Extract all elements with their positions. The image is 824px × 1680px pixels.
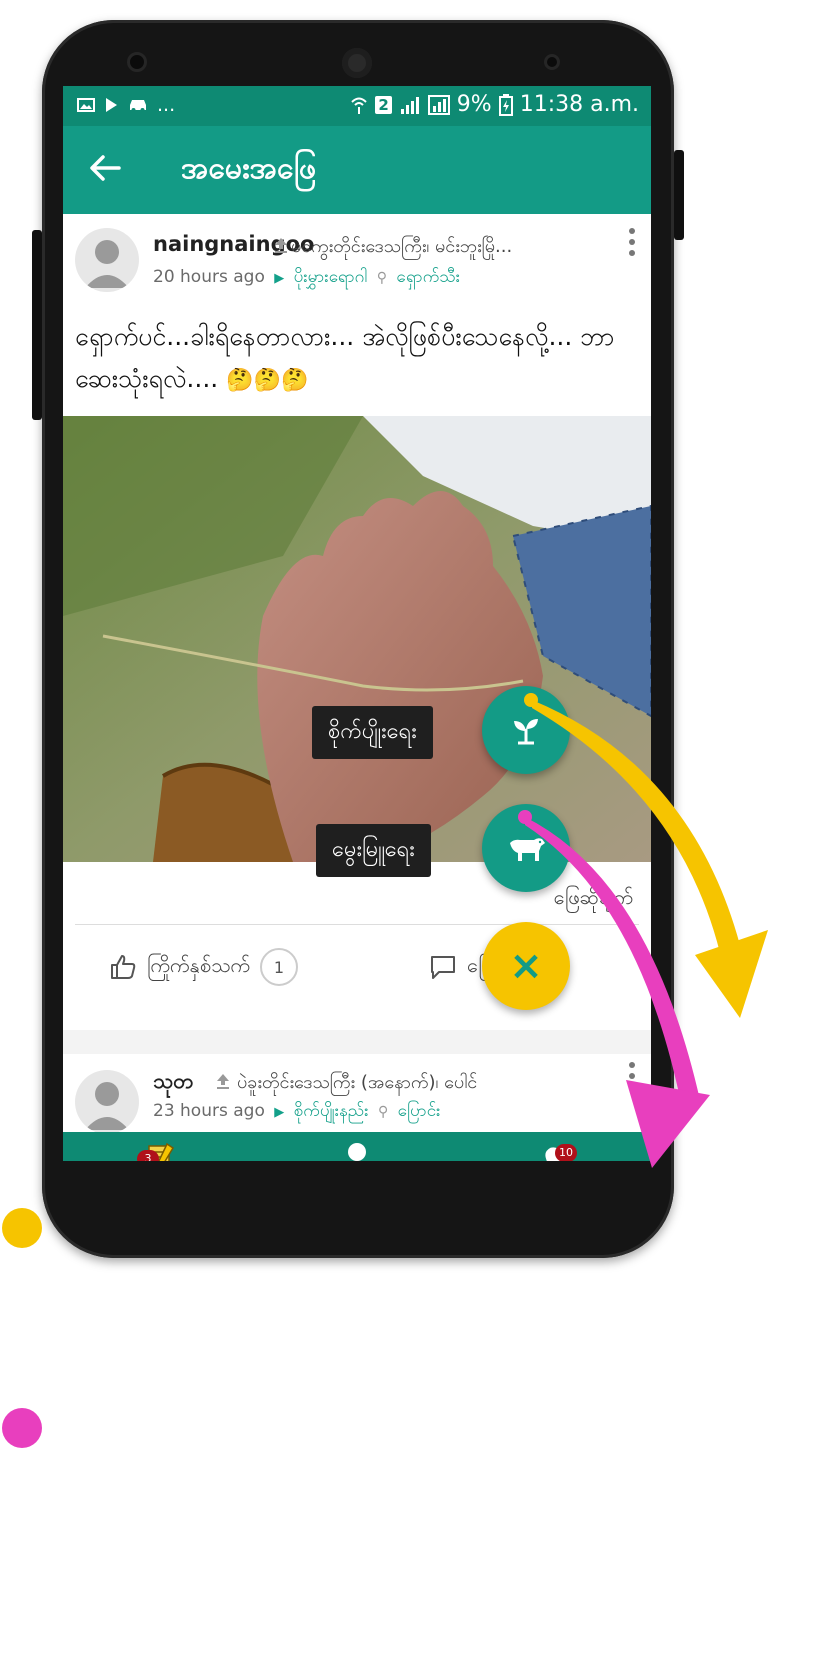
page-title: အမေးအဖြေ (181, 151, 317, 186)
status-more: ... (157, 94, 176, 116)
comment-icon (431, 956, 455, 979)
signal-icon (400, 96, 419, 114)
volume-button (32, 230, 42, 420)
avatar[interactable] (75, 228, 139, 292)
seedling-icon (514, 719, 538, 745)
livestock-fab-label[interactable]: မွေးမြူရေး (316, 824, 431, 877)
post-category[interactable]: ပိုးမွှားရောဂါ (294, 267, 368, 287)
back-arrow-icon[interactable] (85, 148, 125, 188)
post-location: မကွေးတိုင်းဒေသကြီး၊ မင်းဘူးမြို... (291, 236, 513, 257)
like-button[interactable]: ကြိုက်နှစ်သက် 1 (109, 948, 298, 986)
cow-icon (510, 838, 545, 861)
upload-icon (275, 238, 287, 253)
play-arrow-icon: ▶ (274, 1105, 285, 1120)
bottom-nav: 3 10 (63, 1132, 651, 1161)
upload-icon (217, 1074, 229, 1089)
like-label: ကြိုက်နှစ်သက် (147, 953, 250, 977)
post-time: 20 hours ago (153, 267, 265, 287)
answer-preview[interactable]: ဖြေဆိုချက် (554, 884, 633, 914)
screen: ... 2 9% 11:38 a.m. အမေးအဖြေ naingnaingo… (63, 86, 651, 1161)
more-options-icon[interactable] (627, 1060, 637, 1090)
divider (75, 924, 639, 925)
legend-dot-yellow (2, 1208, 42, 1248)
phone-frame: ... 2 9% 11:38 a.m. အမေးအဖြေ naingnaingo… (32, 20, 684, 1258)
wifi-calling-icon (351, 97, 368, 114)
thinking-emoji: 🤔🤔🤔 (226, 368, 309, 393)
post-body: ရှောက်ပင်...ခါးရိနေတာလား... အဲလိုဖြစ်ပီး… (75, 322, 615, 393)
yellow-arrowhead (695, 930, 768, 1018)
legend-dot-magenta (2, 1408, 42, 1448)
post-card[interactable]: naingnaingoo မကွေးတိုင်းဒေသကြီး၊ မင်းဘူး… (63, 214, 651, 1030)
app-bar: အမေးအဖြေ (63, 126, 651, 214)
crop-fab-label[interactable]: စိုက်ပျိုးရေး (312, 706, 433, 759)
power-button (674, 150, 684, 240)
play-arrow-icon: ▶ (274, 271, 285, 286)
post-category[interactable]: စိုက်ပျိုးနည်း (294, 1101, 369, 1121)
yellow-origin-dot (524, 693, 538, 707)
car-icon (130, 100, 146, 112)
play-store-icon (106, 98, 117, 112)
battery-charging-icon (498, 93, 513, 116)
clock: 11:38 a.m. (519, 92, 639, 117)
battery-percent: 9% (456, 92, 492, 117)
more-options-icon[interactable] (627, 226, 637, 256)
image-icon (77, 98, 95, 112)
close-icon: × (509, 943, 543, 989)
like-count: 1 (260, 948, 298, 986)
tasks-badge: 3 (137, 1150, 159, 1161)
status-right: 2 9% 11:38 a.m. (350, 92, 639, 117)
post-card-2[interactable]: သုတ ပဲခူးတိုင်းဒေသကြီး (အနောက်)၊ ပေါင် 2… (63, 1054, 651, 1134)
earpiece (342, 48, 372, 78)
magenta-origin-dot (518, 810, 532, 824)
sensor (544, 54, 560, 70)
post-crop[interactable]: ရှောက်သီး (396, 267, 460, 287)
nav-tasks[interactable]: 3 (137, 1140, 181, 1161)
post-text: ရှောက်ပင်...ခါးရိနေတာလား... အဲလိုဖြစ်ပီး… (75, 316, 635, 402)
sprout-icon: ⚲ (376, 270, 388, 286)
hand-with-leaf-photo (63, 416, 651, 862)
nav-profile[interactable] (335, 1140, 379, 1161)
default-avatar-icon (85, 1082, 129, 1130)
post-time: 23 hours ago (153, 1101, 265, 1121)
signal-icon-2 (427, 94, 450, 115)
close-fab[interactable]: × (482, 922, 570, 1010)
post-crop[interactable]: ပြောင်း (398, 1101, 441, 1121)
person-icon (348, 1143, 366, 1161)
avatar[interactable] (75, 1070, 139, 1134)
sim-badge: 2 (375, 95, 392, 114)
post-location: ပဲခူးတိုင်းဒေသကြီး (အနောက်)၊ ပေါင် (237, 1072, 478, 1093)
post-photo[interactable] (63, 416, 651, 862)
status-bar: ... 2 9% 11:38 a.m. (63, 86, 651, 126)
default-avatar-icon (85, 240, 129, 288)
post-meta: 20 hours ago ▶ ပိုးမွှားရောဂါ ⚲ ရှောက်သီ… (153, 266, 460, 291)
nav-notifications[interactable]: 10 (533, 1140, 577, 1161)
notifications-badge: 10 (555, 1144, 577, 1161)
front-camera (127, 52, 147, 72)
status-left: ... (77, 94, 175, 116)
sprout-icon: ⚲ (377, 1104, 389, 1120)
thumbs-up-icon (111, 955, 136, 979)
post-meta: 23 hours ago ▶ စိုက်ပျိုးနည်း ⚲ ပြောင်း (153, 1100, 441, 1125)
post-username[interactable]: သုတ (153, 1068, 194, 1099)
